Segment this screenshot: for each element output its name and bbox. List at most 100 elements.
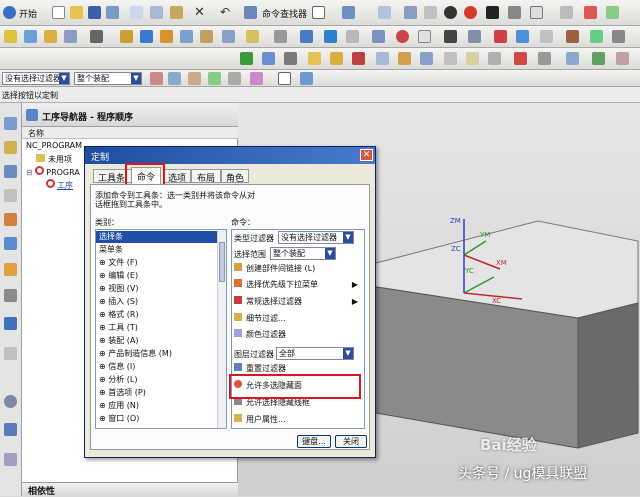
tab-roles[interactable]: 角色 [221,169,249,184]
system-icon[interactable] [4,347,17,360]
open-folder-icon[interactable] [70,6,83,19]
misc-icon[interactable] [616,52,629,65]
cube-select-icon[interactable] [300,72,313,85]
command-list[interactable]: 类型过滤器 没有选择过滤器 ▼ 选择范围 整个装配 ▼ 创建部件间链接 (L) 选择… [231,229,365,429]
command-item[interactable]: 细节过滤... [234,313,286,325]
type-filter-dropdown[interactable]: 没有选择过滤器 ▼ [278,231,354,244]
tab-options[interactable]: 选项 [163,169,191,184]
simulate-icon[interactable] [180,30,193,43]
start-icon[interactable] [3,6,16,19]
tree-row-program[interactable]: ⊟ PROGRA [26,166,80,177]
render-icon[interactable] [464,6,477,19]
tab-layout[interactable]: 布局 [191,169,221,184]
view-icon[interactable] [378,6,391,19]
generate-path-icon[interactable] [120,30,133,43]
scope-dropdown[interactable]: 整个装配 ▼ [270,247,336,260]
list-item[interactable]: 选择条 [96,231,218,243]
select-icon[interactable] [342,6,355,19]
flag-icon[interactable] [352,52,365,65]
tree-row-nc-program[interactable]: NC_PROGRAM [26,141,82,150]
command-item[interactable]: 用户属性... [234,414,286,426]
delete-icon[interactable]: ✕ [194,6,207,19]
copy-icon[interactable] [150,6,163,19]
scrollbar-thumb[interactable] [219,242,225,282]
note-icon[interactable] [466,52,479,65]
print-icon[interactable] [106,6,119,19]
globe-icon[interactable] [4,317,17,330]
save-icon[interactable] [88,6,101,19]
dependencies-panel[interactable]: 相依性 [22,482,238,497]
clock-icon[interactable] [4,395,17,408]
list-icon[interactable] [516,30,529,43]
history-icon[interactable] [4,165,17,178]
shade-icon[interactable] [444,6,457,19]
list-item[interactable]: ⊕ 产品制造信息 (M) [99,348,172,360]
arrow-icon[interactable] [444,30,457,43]
replay-icon[interactable] [140,30,153,43]
command-item[interactable]: 选择优先级下拉菜单 ▶ [234,279,358,291]
paste-icon[interactable] [170,6,183,19]
list-view-icon[interactable] [262,52,275,65]
box-select-icon[interactable] [278,72,291,85]
tree-icon[interactable] [398,52,411,65]
zoom-icon[interactable] [424,6,437,19]
new-file-icon[interactable] [52,6,65,19]
scale-icon[interactable] [488,52,501,65]
info-icon[interactable] [372,30,385,43]
program-icon[interactable] [24,30,37,43]
folder-icon[interactable] [308,52,321,65]
fit-icon[interactable] [404,6,417,19]
more-icon[interactable] [612,30,625,43]
mark-icon[interactable] [584,6,597,19]
tool-icon[interactable] [44,30,57,43]
transform-icon[interactable] [324,30,337,43]
command-item[interactable]: 常规选择过滤器 ▶ [234,296,358,308]
window-icon[interactable] [312,6,325,19]
grid-icon[interactable] [530,6,543,19]
assembly-scope-select[interactable]: 整个装配 ▼ [74,72,142,85]
column-header-name[interactable]: 名称 [28,128,44,139]
roles-icon[interactable] [4,289,17,302]
end-point-icon[interactable] [208,72,221,85]
list-item[interactable]: ⊕ 窗口 (O) [99,413,139,425]
display-icon[interactable] [346,30,359,43]
export-icon[interactable] [566,52,579,65]
ok-icon[interactable] [590,30,603,43]
chart-icon[interactable] [376,52,389,65]
machine-tool-icon[interactable] [4,213,17,226]
category-list[interactable]: 选择条 菜单条 ⊕ 文件 (F) ⊕ 编辑 (E) ⊕ 视图 (V) ⊕ 插入 … [95,229,227,429]
list-item[interactable]: ⊕ 文件 (F) [99,257,138,269]
keyboard-button[interactable]: 键盘... [297,435,331,448]
command-item[interactable]: 创建部件间链接 (L) [234,263,315,275]
machine-icon[interactable] [468,30,481,43]
check-green-icon[interactable] [240,52,253,65]
process-icon[interactable] [4,423,17,436]
list-item[interactable]: ⊕ 视图 (V) [99,283,139,295]
close-icon[interactable]: ✕ [360,149,373,161]
operation-icon[interactable] [4,30,17,43]
part-icon[interactable] [4,141,17,154]
alert-icon[interactable] [514,52,527,65]
command-item[interactable]: 颜色过滤器 [234,329,286,341]
command-finder[interactable]: 命令查找器 [262,7,307,20]
edit-object-icon[interactable] [300,30,313,43]
snap-icon[interactable] [168,72,181,85]
list-item[interactable]: ⊕ 装配 (A) [99,335,139,347]
check-icon[interactable] [606,6,619,19]
feature-icon[interactable] [274,30,287,43]
printer-icon[interactable] [538,52,551,65]
palette-icon[interactable] [4,263,17,276]
verify-icon[interactable] [160,30,173,43]
start-menu[interactable]: 开始 [19,7,37,20]
properties-icon[interactable] [540,30,553,43]
center-icon[interactable] [250,72,263,85]
mid-point-icon[interactable] [228,72,241,85]
shop-doc-icon[interactable] [222,30,235,43]
tree-row-unused[interactable]: 未用项 [36,154,72,165]
category-scrollbar[interactable] [217,230,226,428]
library-icon[interactable] [4,237,17,250]
tree-row-operation[interactable]: 工序 [46,179,73,191]
list-item[interactable]: ⊕ 插入 (S) [99,296,138,308]
list-item[interactable]: ⊕ 格式 (R) [99,309,139,321]
geometry-icon[interactable] [64,30,77,43]
